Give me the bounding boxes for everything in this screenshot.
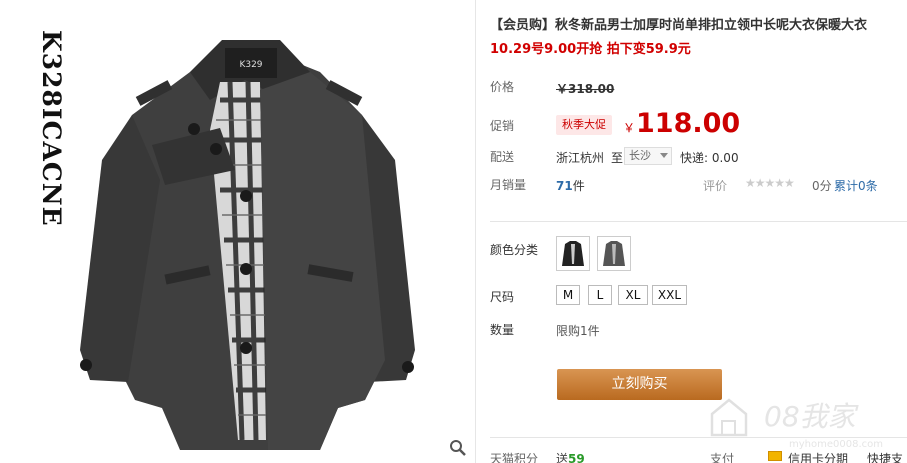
ship-to-select[interactable]: 长沙	[624, 147, 672, 165]
chevron-down-icon	[660, 153, 668, 158]
color-swatch-gray[interactable]	[597, 236, 631, 271]
watermark-subtext: myhome0008.com	[789, 439, 883, 450]
size-option-l[interactable]: L	[588, 285, 612, 305]
points-info: 送59	[556, 450, 585, 463]
promo-subtitle: 10.29号9.00开抢 拍下变59.9元	[490, 42, 691, 57]
promo-label: 促销	[490, 119, 515, 133]
brand-vertical-text: K328ICACNE	[37, 30, 66, 227]
promo-badge: 秋季大促	[556, 115, 612, 135]
promo-price: 118.00	[636, 108, 741, 139]
rating-stars: ★★★★★	[745, 176, 795, 190]
divider	[490, 221, 907, 222]
review-count-link[interactable]: 累计0条	[834, 177, 878, 194]
points-prefix: 送	[556, 452, 569, 463]
zoom-icon[interactable]	[449, 439, 467, 457]
shipping-fee: 快递: 0.00	[680, 151, 739, 165]
quantity-label: 数量	[490, 323, 515, 337]
purchase-limit-note: 限购1件	[556, 324, 600, 338]
product-gallery: K328ICACNE K329	[0, 0, 476, 463]
buy-now-button[interactable]: 立刻购买	[557, 369, 722, 400]
tmall-points-label: 天猫积分	[490, 452, 539, 463]
size-option-xl[interactable]: XL	[618, 285, 648, 305]
ship-from: 浙江杭州	[556, 151, 605, 165]
monthly-sales: 71件	[556, 177, 585, 194]
rating-label: 评价	[703, 179, 728, 193]
size-option-xxl[interactable]: XXL	[652, 285, 687, 305]
shipping-label: 配送	[490, 150, 515, 164]
watermark-logo: 08我家 myhome0008.com	[710, 398, 883, 450]
ship-to-label: 至	[611, 151, 624, 165]
ship-to-value: 长沙	[629, 149, 651, 162]
color-swatch-black[interactable]	[556, 236, 590, 271]
size-option-m[interactable]: M	[556, 285, 580, 305]
original-price: ￥318.00	[556, 82, 615, 96]
color-label: 颜色分类	[490, 243, 539, 257]
promo-currency: ￥	[623, 121, 636, 135]
size-label: 尺码	[490, 290, 515, 304]
sales-unit: 件	[572, 179, 585, 193]
sales-count-number: 71	[556, 179, 573, 193]
watermark-text: 08我家	[764, 400, 860, 433]
rating-score: 0分	[812, 179, 832, 193]
points-value: 59	[568, 452, 585, 463]
svg-text:K329: K329	[239, 60, 262, 70]
price-label: 价格	[490, 80, 515, 94]
product-title: 【会员购】秋冬新品男士加厚时尚单排扣立领中长呢大衣保暖大衣	[490, 18, 868, 33]
monthly-sales-label: 月销量	[490, 178, 527, 192]
product-image[interactable]: K329	[70, 20, 430, 460]
